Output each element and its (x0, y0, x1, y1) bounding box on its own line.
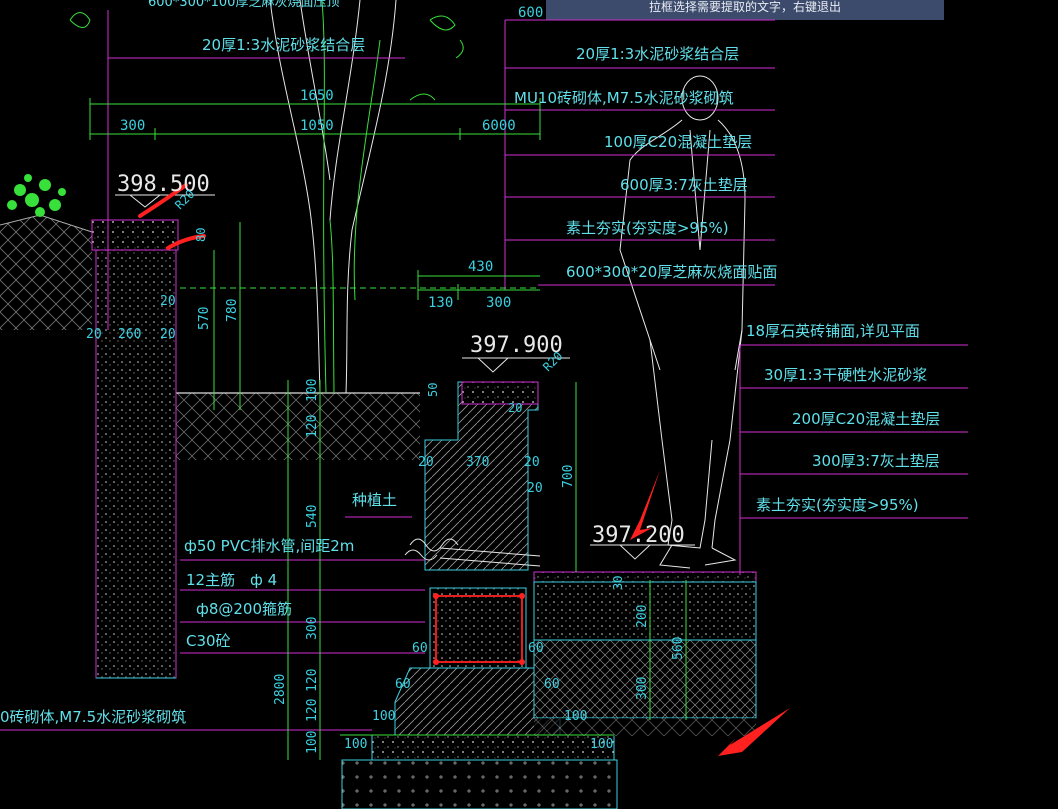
dim-300a: 300 (120, 118, 145, 134)
dim-100b: 100 (305, 731, 320, 754)
dim-780: 780 (225, 299, 240, 322)
dim-20a: 20 (86, 327, 102, 342)
label-c20-200: 200厚C20混凝土垫层 (792, 410, 940, 428)
dim-300c: 300 (305, 617, 320, 640)
dim-60a: 60 (412, 641, 428, 656)
dim-1050: 1050 (300, 118, 334, 134)
dim-300d: 300 (635, 677, 650, 700)
shrub-icon (7, 174, 66, 217)
dim-20e: 20 (418, 455, 434, 470)
dim-30: 30 (611, 576, 625, 590)
label-granite-facing: 600*300*20厚芝麻灰烧面贴面 (566, 263, 777, 281)
label-rammed-soil-lower: 素土夯实(夯实度>95%) (756, 496, 919, 514)
dim-540: 540 (305, 505, 320, 528)
dim-20g: 20 (527, 481, 543, 496)
label-quartz-tile: 18厚石英砖铺面,详见平面 (746, 322, 920, 340)
dim-100d: 100 (564, 709, 587, 724)
dim-120b: 120 (305, 669, 320, 692)
dim-2800: 2800 (273, 674, 288, 705)
left-wall (91, 219, 179, 679)
label-left-mortar: 20厚1:3水泥砂浆结合层 (202, 36, 365, 54)
dim-100a: 100 (305, 379, 320, 402)
dim-120a: 120 (305, 415, 320, 438)
label-c20-100: 100厚C20混凝土垫层 (604, 133, 752, 151)
dim-100e: 100 (344, 737, 367, 752)
planting-soil (176, 392, 420, 460)
label-dry-mortar: 30厚1:3干硬性水泥砂浆 (764, 366, 927, 384)
label-main-rebar: 12主筋 (186, 571, 235, 589)
dim-20d: 20 (508, 401, 522, 415)
soil-left (0, 214, 93, 330)
label-brick-masonry-lower: 0砖砌体,M7.5水泥砂浆砌筑 (0, 708, 186, 726)
dim-600: 600 (518, 5, 543, 21)
label-rammed-soil-upper: 素土夯实(夯实度>95%) (566, 219, 729, 237)
dim-100f: 100 (590, 737, 613, 752)
dim-20b: 20 (160, 327, 176, 342)
leaf-sketches (69, 12, 464, 101)
dim-60b: 60 (528, 641, 544, 656)
dim-100c: 100 (372, 709, 395, 724)
label-lime-soil-600: 600厚3:7灰土垫层 (620, 176, 748, 194)
label-right-mortar: 20厚1:3水泥砂浆结合层 (576, 45, 739, 63)
dim-20f: 20 (524, 455, 540, 470)
label-c30-concrete: C30砼 (186, 632, 231, 650)
dim-560: 560 (671, 637, 686, 660)
elevation-markers (115, 194, 695, 560)
label-main-rebar-dia: ф 4 (250, 571, 277, 589)
elevation-397200: 397.200 (592, 523, 685, 548)
label-lime-soil-300: 300厚3:7灰土垫层 (812, 452, 940, 470)
elevation-398500: 398.500 (117, 172, 210, 197)
dim-300b: 300 (486, 295, 511, 311)
tree-trunk (269, 0, 397, 394)
dim-80: 80 (194, 228, 208, 242)
label-pvc-drain: ф50 PVC排水管,间距2m (184, 537, 354, 555)
dim-570: 570 (197, 307, 212, 330)
dim-50: 50 (426, 383, 440, 397)
dim-6000: 6000 (482, 118, 516, 134)
dim-60d: 60 (544, 677, 560, 692)
label-planting-soil: 种植土 (352, 491, 397, 509)
label-stirrup: ф8@200箍筋 (196, 600, 292, 618)
label-top-coping: 600*300*100厚芝麻灰烧面压顶 (148, 0, 339, 10)
dim-430: 430 (468, 259, 493, 275)
dim-130: 130 (428, 295, 453, 311)
dim-260: 260 (118, 327, 141, 342)
dim-60c: 60 (395, 677, 411, 692)
dim-370: 370 (466, 455, 489, 470)
dim-1650: 1650 (300, 88, 334, 104)
dim-20c: 20 (160, 294, 176, 309)
dim-120c: 120 (305, 699, 320, 722)
cad-drawing-canvas[interactable]: 398.500 397.900 397.200 1650 300 1050 60… (0, 0, 1058, 809)
dim-200: 200 (635, 605, 650, 628)
label-brick-masonry: MU10砖砌体,M7.5水泥砂浆砌筑 (514, 89, 734, 107)
dim-700: 700 (561, 465, 576, 488)
